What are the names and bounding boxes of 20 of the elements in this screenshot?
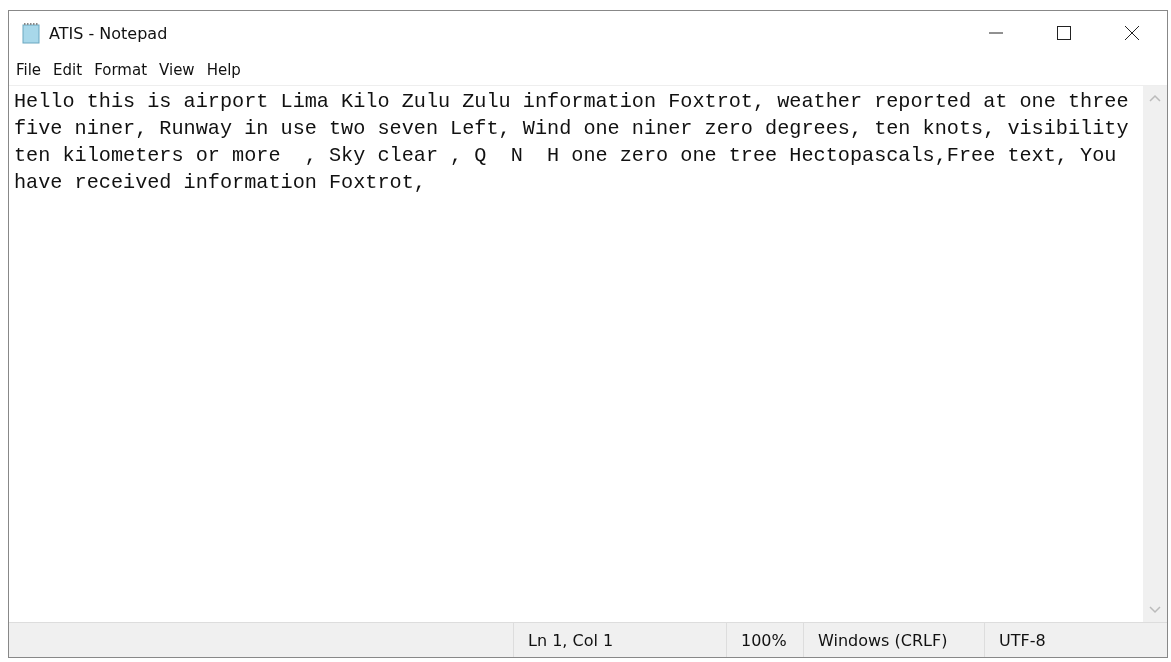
menu-item[interactable]: View: [159, 61, 195, 79]
status-field: UTF-8: [984, 623, 1104, 657]
close-icon[interactable]: [1125, 26, 1139, 40]
text-line: have received information Foxtrot,: [14, 170, 426, 196]
menu-item[interactable]: Edit: [53, 61, 83, 79]
scroll-down-icon[interactable]: [1149, 606, 1161, 614]
text-line: ten kilometers or more , Sky clear , Q N H one zero one tree Hectopascals,Free text, You: [14, 143, 1117, 169]
status-field: Ln 1, Col 1: [513, 623, 726, 657]
status-field: Windows (CRLF): [803, 623, 984, 657]
scrollbar[interactable]: [1143, 86, 1167, 622]
menu-item[interactable]: Format: [94, 61, 148, 79]
maximize-icon[interactable]: [1057, 26, 1071, 40]
menu-item[interactable]: File: [16, 61, 42, 79]
menu-item[interactable]: Help: [206, 61, 241, 79]
text-line: five niner, Runway in use two seven Left, Wind one niner zero degrees, ten knots, visibility: [14, 116, 1129, 142]
notepad-icon: [21, 22, 41, 44]
status-field: 100%: [726, 623, 803, 657]
scroll-up-icon[interactable]: [1149, 94, 1161, 102]
window-title: ATIS - Notepad: [49, 23, 168, 43]
text-line: Hello this is airport Lima Kilo Zulu Zulu information Foxtrot, weather reported at one three: [14, 89, 1129, 115]
